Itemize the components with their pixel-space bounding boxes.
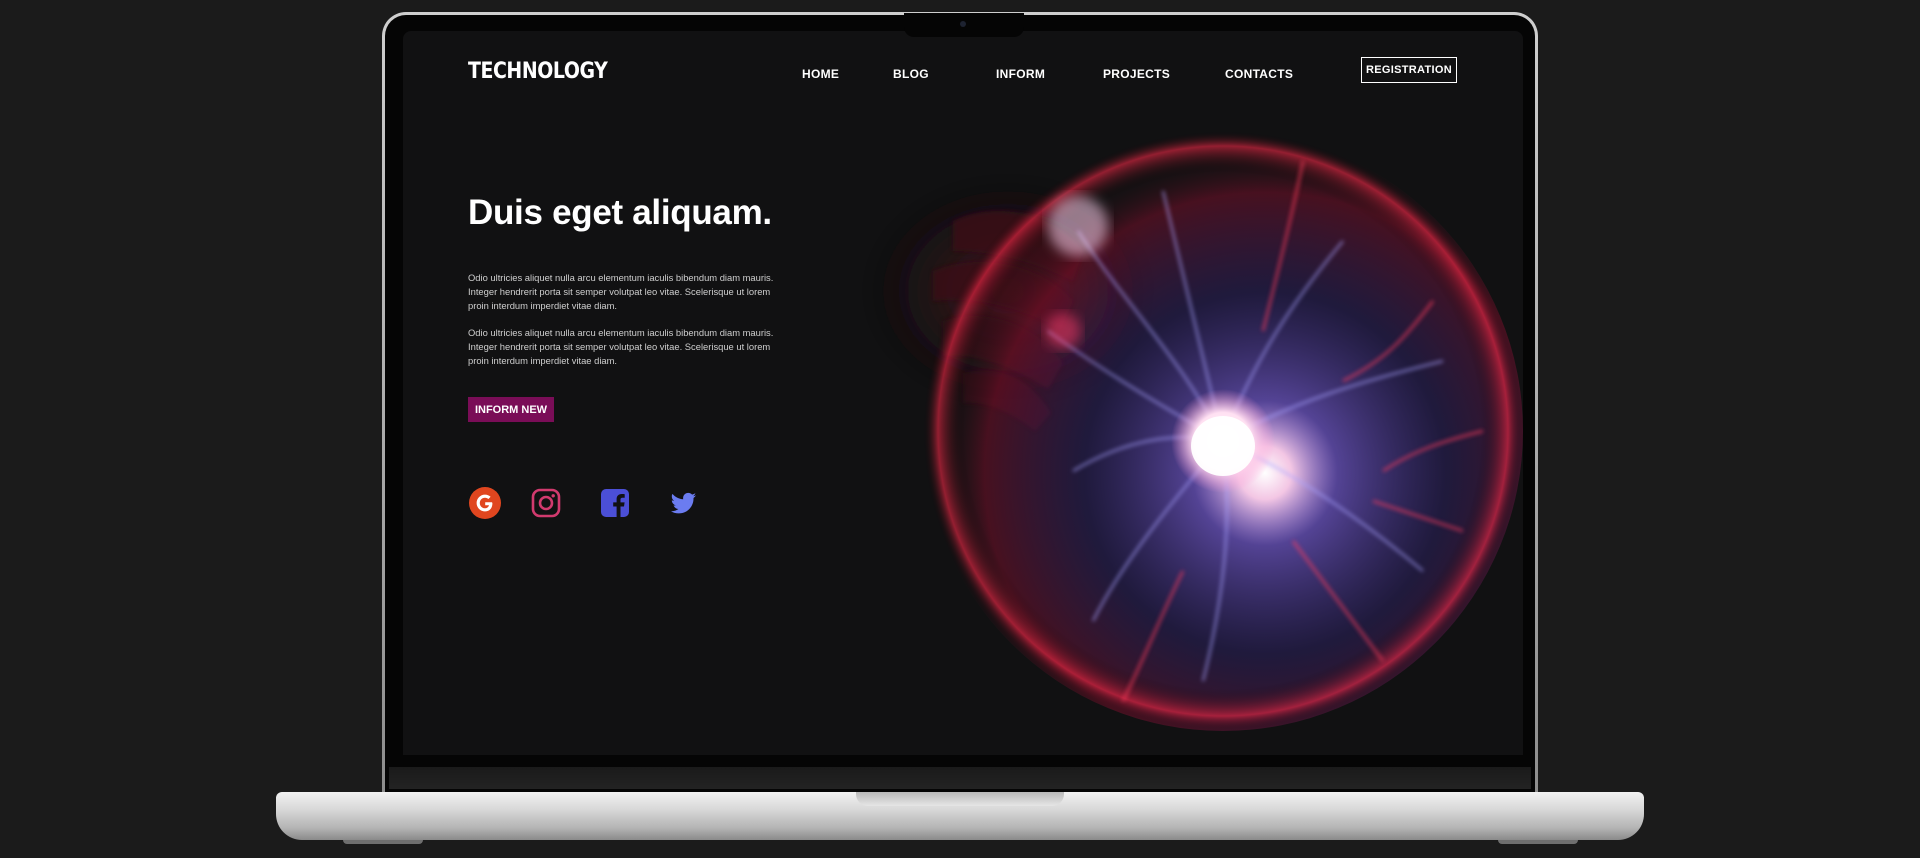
laptop-foot	[1498, 840, 1578, 844]
google-icon[interactable]	[468, 486, 502, 520]
website-screen: TECHNOLOGY HOME BLOG INFORM PROJECTS CON…	[403, 31, 1523, 755]
laptop-foot	[343, 840, 423, 844]
inform-new-button[interactable]: INFORM NEW	[468, 397, 554, 422]
laptop-lid: TECHNOLOGY HOME BLOG INFORM PROJECTS CON…	[382, 12, 1538, 792]
hero-paragraph: Odio ultricies aliquet nulla arcu elemen…	[468, 327, 774, 366]
instagram-icon[interactable]	[529, 486, 563, 520]
nav-item-blog[interactable]: BLOG	[893, 67, 929, 81]
site-logo[interactable]: TECHNOLOGY	[468, 59, 608, 84]
hero-title: Duis eget aliquam.	[468, 193, 772, 232]
registration-button[interactable]: REGISTRATION	[1361, 57, 1457, 83]
laptop-hinge	[389, 767, 1531, 789]
camera-icon	[960, 21, 966, 27]
nav-item-home[interactable]: HOME	[802, 67, 839, 81]
laptop-mockup: TECHNOLOGY HOME BLOG INFORM PROJECTS CON…	[0, 0, 1920, 858]
nav-item-projects[interactable]: PROJECTS	[1103, 67, 1170, 81]
twitter-icon[interactable]	[666, 486, 700, 520]
facebook-icon[interactable]	[598, 486, 632, 520]
nav-item-contacts[interactable]: CONTACTS	[1225, 67, 1293, 81]
hero-paragraph: Odio ultricies aliquet nulla arcu elemen…	[468, 272, 774, 311]
laptop-base	[276, 792, 1644, 840]
plasma-ball-image	[858, 131, 1523, 731]
nav-item-inform[interactable]: INFORM	[996, 67, 1045, 81]
camera-notch	[904, 13, 1024, 37]
laptop-lid-opener	[856, 792, 1064, 806]
laptop-bezel: TECHNOLOGY HOME BLOG INFORM PROJECTS CON…	[385, 13, 1535, 792]
